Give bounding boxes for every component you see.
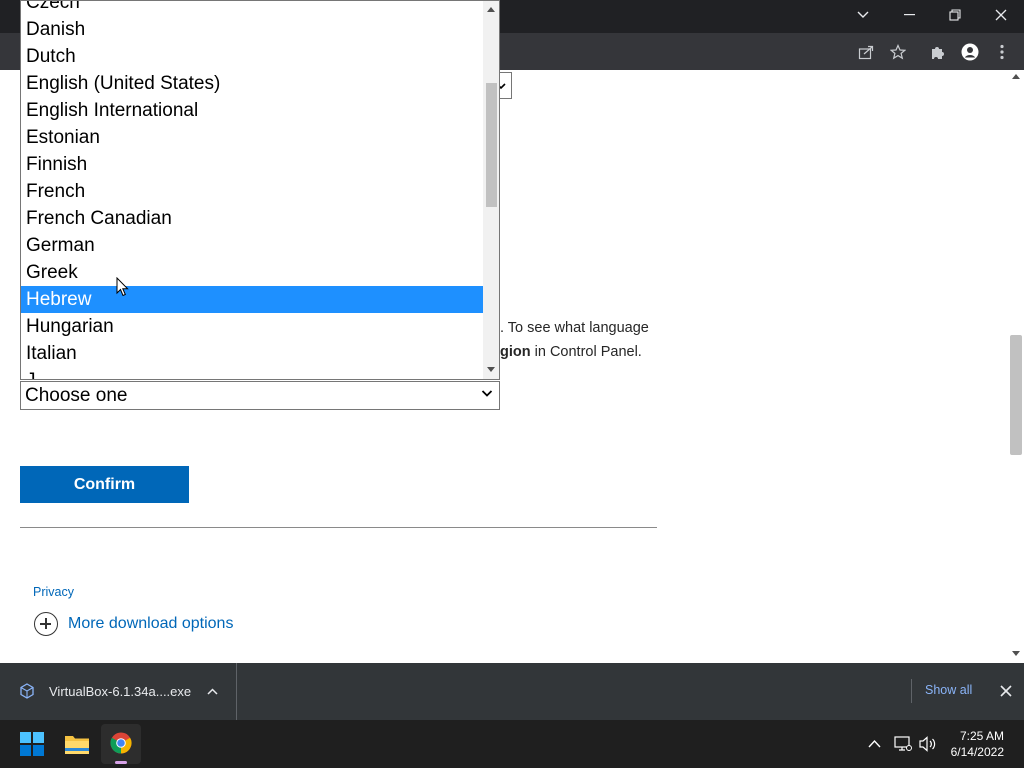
windows-taskbar: 7:25 AM 6/14/2022	[0, 720, 1024, 768]
download-file-name: VirtualBox-6.1.34a....exe	[49, 684, 192, 699]
info-text-line2: gion in Control Panel.	[500, 344, 642, 360]
dropdown-option[interactable]: Czech	[21, 1, 483, 16]
dropdown-option[interactable]: French	[21, 178, 483, 205]
language-select[interactable]: Choose one	[20, 381, 500, 410]
dropdown-option[interactable]: Greek	[21, 259, 483, 286]
star-icon	[890, 44, 906, 60]
minimize-icon	[903, 14, 915, 16]
language-dropdown-list[interactable]: Czech Danish Dutch English (United State…	[20, 0, 500, 380]
file-explorer-icon[interactable]	[64, 733, 90, 755]
dropdown-option[interactable]: Hungarian	[21, 313, 483, 340]
profile-button[interactable]	[960, 42, 980, 62]
chevron-down-icon	[481, 390, 493, 397]
tab-search-button[interactable]	[840, 0, 886, 30]
dropdown-option[interactable]: French Canadian	[21, 205, 483, 232]
dropdown-option[interactable]: Finnish	[21, 151, 483, 178]
share-icon	[858, 45, 874, 60]
dropdown-option[interactable]: Danish	[21, 16, 483, 43]
dropdown-options: Czech Danish Dutch English (United State…	[21, 1, 483, 379]
dropdown-option[interactable]: Estonian	[21, 124, 483, 151]
extensions-button[interactable]	[928, 42, 948, 62]
dropdown-option[interactable]: Dutch	[21, 43, 483, 70]
restore-button[interactable]	[932, 0, 978, 30]
dropdown-option[interactable]: English International	[21, 97, 483, 124]
extensions-icon	[932, 47, 944, 59]
dropdown-option-selected[interactable]: Hebrew	[21, 286, 483, 313]
volume-icon[interactable]	[919, 736, 937, 752]
show-all-downloads-button[interactable]: Show all	[925, 683, 972, 697]
chrome-icon	[110, 732, 132, 754]
close-icon	[995, 9, 1007, 21]
scroll-up-arrow[interactable]	[1012, 74, 1020, 79]
menu-icon	[1000, 44, 1004, 60]
share-button[interactable]	[856, 42, 876, 62]
more-download-options-label: More download options	[68, 615, 234, 632]
dropdown-option[interactable]: Italian	[21, 340, 483, 367]
dropdown-option[interactable]: German	[21, 232, 483, 259]
active-app-indicator	[115, 761, 127, 764]
windows-start-icon[interactable]	[20, 732, 44, 756]
dropdown-scrollbar[interactable]	[483, 1, 499, 379]
menu-button[interactable]	[992, 42, 1012, 62]
more-download-options[interactable]: More download options	[34, 612, 233, 636]
dropdown-scroll-up-arrow[interactable]	[487, 7, 495, 12]
mouse-cursor-icon	[116, 277, 129, 297]
close-shelf-icon[interactable]	[1000, 685, 1012, 697]
dropdown-scroll-down-arrow[interactable]	[487, 367, 495, 372]
download-item[interactable]: VirtualBox-6.1.34a....exe	[0, 663, 237, 720]
dropdown-option[interactable]: English (United States)	[21, 70, 483, 97]
dropdown-option[interactable]: J	[21, 367, 483, 379]
privacy-link[interactable]: Privacy	[33, 585, 74, 599]
page-scrollbar-thumb[interactable]	[1010, 335, 1022, 455]
restore-icon	[949, 9, 961, 21]
virtualbox-file-icon	[20, 683, 34, 699]
bookmark-button[interactable]	[888, 42, 908, 62]
profile-icon	[961, 43, 979, 61]
info-text-line1: . To see what language	[500, 320, 649, 336]
network-icon[interactable]	[894, 736, 912, 752]
minimize-button[interactable]	[886, 0, 932, 30]
shelf-divider	[911, 679, 912, 703]
clock-time[interactable]: 7:25 AM	[960, 729, 1004, 743]
dropdown-scrollbar-thumb[interactable]	[486, 83, 497, 207]
language-select-value: Choose one	[25, 384, 128, 406]
scroll-down-arrow[interactable]	[1012, 651, 1020, 656]
plus-circle-icon	[34, 612, 58, 636]
divider	[20, 527, 657, 528]
clock-date[interactable]: 6/14/2022	[951, 745, 1004, 759]
download-shelf: VirtualBox-6.1.34a....exe Show all	[0, 663, 1024, 720]
close-window-button[interactable]	[978, 0, 1024, 30]
confirm-button[interactable]: Confirm	[20, 466, 189, 503]
chevron-up-icon[interactable]	[207, 688, 218, 695]
chevron-down-icon	[857, 11, 869, 18]
chevron-up-icon[interactable]	[868, 739, 881, 748]
info-text-rest: in Control Panel.	[530, 344, 642, 360]
info-text-bold: gion	[500, 344, 531, 360]
chrome-taskbar-button[interactable]	[101, 724, 141, 764]
